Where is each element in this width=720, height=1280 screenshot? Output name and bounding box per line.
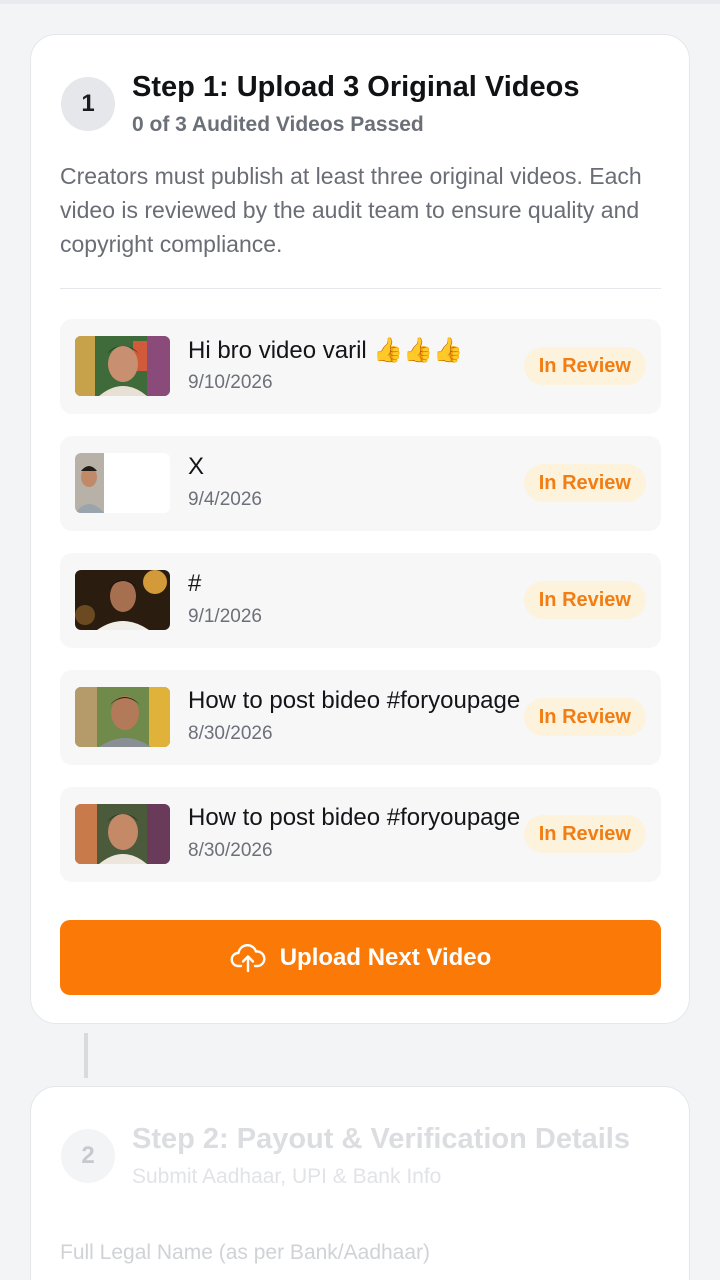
step2-title: Step 2: Payout & Verification Details xyxy=(132,1123,630,1155)
video-list: Hi bro video varil 👍👍👍 9/10/2026 In Revi… xyxy=(60,319,661,904)
video-thumbnail xyxy=(75,336,170,396)
video-date: 9/1/2026 xyxy=(188,606,262,627)
video-date: 9/10/2026 xyxy=(188,372,273,393)
video-thumbnail xyxy=(75,804,170,864)
status-badge: In Review xyxy=(523,698,646,736)
cloud-upload-icon xyxy=(230,943,266,973)
video-list-item[interactable]: # 9/1/2026 In Review xyxy=(60,553,661,648)
video-date: 9/4/2026 xyxy=(188,489,262,510)
status-badge: In Review xyxy=(523,581,646,619)
step2-card: 2 Step 2: Payout & Verification Details … xyxy=(30,1086,690,1280)
video-list-item[interactable]: How to post bideo #foryoupage 8/30/2026 … xyxy=(60,787,661,882)
video-title: # xyxy=(188,570,202,597)
status-badge: In Review xyxy=(523,464,646,502)
video-thumbnail xyxy=(75,687,170,747)
step1-title: Step 1: Upload 3 Original Videos xyxy=(132,71,580,103)
video-title: Hi bro video varil 👍👍👍 xyxy=(188,337,464,364)
full-legal-name-label: Full Legal Name (as per Bank/Aadhaar) xyxy=(60,1241,431,1264)
video-list-item[interactable]: X 9/4/2026 In Review xyxy=(60,436,661,531)
video-title: How to post bideo #foryoupage xyxy=(188,804,521,831)
step1-progress: 0 of 3 Audited Videos Passed xyxy=(132,113,424,136)
divider xyxy=(60,288,661,289)
video-thumbnail xyxy=(75,453,170,513)
video-date: 8/30/2026 xyxy=(188,840,273,861)
status-badge: In Review xyxy=(523,815,646,853)
step1-card: 1 Step 1: Upload 3 Original Videos 0 of … xyxy=(30,34,690,1024)
step1-number-badge: 1 xyxy=(61,77,115,131)
step2-number-badge: 2 xyxy=(61,1129,115,1183)
step-connector xyxy=(84,1033,88,1078)
video-title: How to post bideo #foryoupage xyxy=(188,687,521,714)
step2-subtitle: Submit Aadhaar, UPI & Bank Info xyxy=(132,1165,442,1188)
top-border xyxy=(0,0,720,4)
video-title: X xyxy=(188,453,205,480)
status-badge: In Review xyxy=(523,347,646,385)
upload-button-label: Upload Next Video xyxy=(279,943,492,971)
step1-description: Creators must publish at least three ori… xyxy=(60,163,642,257)
video-date: 8/30/2026 xyxy=(188,723,273,744)
video-list-item[interactable]: Hi bro video varil 👍👍👍 9/10/2026 In Revi… xyxy=(60,319,661,414)
upload-next-video-button[interactable]: Upload Next Video xyxy=(60,920,661,995)
video-thumbnail xyxy=(75,570,170,630)
video-list-item[interactable]: How to post bideo #foryoupage 8/30/2026 … xyxy=(60,670,661,765)
